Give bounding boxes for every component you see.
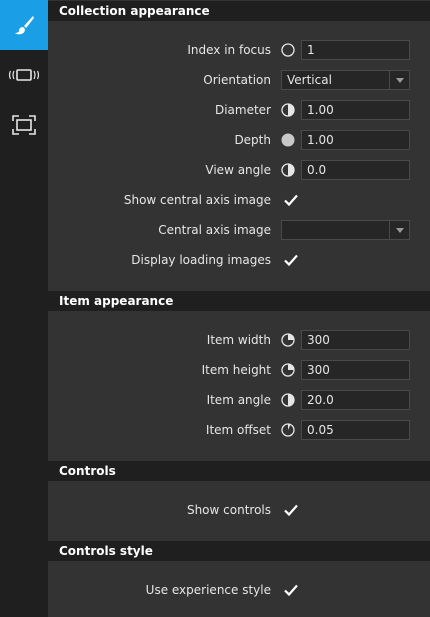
properties-panel: Collection appearance Index in focus 1 O… — [48, 0, 430, 617]
show-controls-row: Show controls — [48, 499, 430, 521]
item-angle-field[interactable]: 20.0 — [301, 390, 410, 410]
section-header-collection: Collection appearance — [48, 1, 430, 21]
index-in-focus-row: Index in focus 1 — [48, 39, 430, 61]
orientation-row: Orientation Vertical — [48, 69, 430, 91]
section-header-item: Item appearance — [48, 291, 430, 311]
item-offset-row: Item offset 0.05 — [48, 419, 430, 441]
item-offset-label: Item offset — [205, 423, 271, 437]
show-controls-label: Show controls — [186, 503, 271, 517]
display-loading-images-row: Display loading images — [48, 249, 430, 271]
paintbrush-icon — [15, 16, 34, 35]
carousel-icon — [8, 69, 40, 81]
orientation-dropdown[interactable]: Vertical — [281, 70, 410, 90]
frame-icon — [12, 115, 36, 135]
depth-field[interactable]: 1.00 — [301, 130, 410, 150]
quarter-circle-icon[interactable] — [281, 363, 295, 377]
item-width-row: Item width 300 — [48, 329, 430, 351]
checkmark-icon[interactable] — [283, 502, 299, 518]
carousel-tab[interactable] — [0, 50, 48, 100]
circle-outline-icon[interactable] — [281, 43, 295, 57]
orientation-label: Orientation — [203, 73, 271, 87]
section-header-controls: Controls — [48, 461, 430, 481]
sliver-circle-icon[interactable] — [281, 423, 295, 437]
half-circle-icon[interactable] — [281, 393, 295, 407]
item-angle-row: Item angle 20.0 — [48, 389, 430, 411]
show-central-axis-image-label: Show central axis image — [123, 193, 271, 207]
half-circle-icon[interactable] — [281, 103, 295, 117]
diameter-row: Diameter 1.00 — [48, 99, 430, 121]
view-angle-field[interactable]: 0.0 — [301, 160, 410, 180]
paintbrush-tab[interactable] — [0, 0, 48, 50]
display-loading-images-label: Display loading images — [131, 253, 271, 267]
index-in-focus-field[interactable]: 1 — [301, 40, 410, 60]
depth-row: Depth 1.00 — [48, 129, 430, 151]
filled-circle-icon[interactable] — [281, 133, 295, 147]
half-circle-icon[interactable] — [281, 163, 295, 177]
central-axis-image-dropdown[interactable] — [281, 220, 410, 240]
section-header-controls-style: Controls style — [48, 541, 430, 561]
item-width-field[interactable]: 300 — [301, 330, 410, 350]
central-axis-image-row: Central axis image — [48, 219, 430, 241]
item-height-row: Item height 300 — [48, 359, 430, 381]
frame-tab[interactable] — [0, 100, 48, 150]
item-height-label: Item height — [201, 363, 271, 377]
central-axis-image-label: Central axis image — [158, 223, 271, 237]
diameter-field[interactable]: 1.00 — [301, 100, 410, 120]
use-experience-style-label: Use experience style — [145, 583, 271, 597]
use-experience-style-row: Use experience style — [48, 579, 430, 601]
chevron-down-icon[interactable] — [389, 71, 409, 89]
sidebar — [0, 0, 48, 617]
checkmark-icon[interactable] — [283, 192, 299, 208]
chevron-down-icon[interactable] — [389, 221, 409, 239]
checkmark-icon[interactable] — [283, 582, 299, 598]
index-in-focus-label: Index in focus — [187, 43, 271, 57]
item-offset-field[interactable]: 0.05 — [301, 420, 410, 440]
show-central-axis-image-row: Show central axis image — [48, 189, 430, 211]
item-height-field[interactable]: 300 — [301, 360, 410, 380]
item-width-label: Item width — [206, 333, 271, 347]
view-angle-row: View angle 0.0 — [48, 159, 430, 181]
item-angle-label: Item angle — [206, 393, 271, 407]
orientation-value: Vertical — [287, 73, 332, 87]
quarter-circle-icon[interactable] — [281, 333, 295, 347]
diameter-label: Diameter — [214, 103, 271, 117]
depth-label: Depth — [234, 133, 271, 147]
checkmark-icon[interactable] — [283, 252, 299, 268]
view-angle-label: View angle — [205, 163, 271, 177]
